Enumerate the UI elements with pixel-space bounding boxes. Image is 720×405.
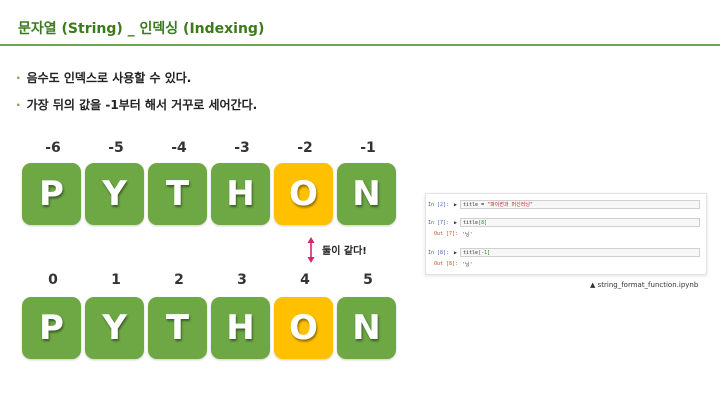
run-icon[interactable]: ▶ bbox=[454, 202, 457, 208]
positive-index-label: 4 bbox=[300, 272, 310, 288]
bullet-marker: · bbox=[16, 71, 21, 85]
letter-box: N bbox=[337, 297, 396, 359]
equal-label: 둘이 같다! bbox=[322, 246, 367, 257]
code-index: [-1] bbox=[478, 250, 491, 256]
title-divider bbox=[0, 44, 720, 46]
output-value: '닝' bbox=[462, 232, 473, 238]
positive-index-label: 0 bbox=[48, 272, 58, 288]
notebook-caption: ▲ string_format_function.ipynb bbox=[590, 281, 699, 289]
run-icon[interactable]: ▶ bbox=[454, 250, 457, 256]
letter-box: Y bbox=[85, 163, 144, 225]
notebook-screenshot: In [2]: ▶ title = "파이썬과 머신러닝" In [7]: ▶ … bbox=[425, 193, 707, 275]
code-cell[interactable]: title[8] bbox=[460, 218, 700, 227]
bullet-2: · 가장 뒤의 값을 -1부터 해서 거꾸로 세어간다. bbox=[16, 96, 257, 113]
output-prompt: Out [7]: bbox=[434, 231, 459, 237]
negative-index-label: -1 bbox=[360, 140, 376, 156]
double-arrow-icon bbox=[307, 237, 315, 263]
positive-index-label: 5 bbox=[363, 272, 373, 288]
input-prompt: In [2]: bbox=[428, 202, 450, 208]
code-variable: title bbox=[463, 250, 479, 256]
code-variable: title bbox=[463, 202, 479, 208]
bullet-text: 가장 뒤의 값을 -1부터 해서 거꾸로 세어간다. bbox=[26, 98, 258, 112]
letter-box: N bbox=[337, 163, 396, 225]
negative-index-label: -6 bbox=[45, 140, 61, 156]
letter-box: P bbox=[22, 297, 81, 359]
letter-box: P bbox=[22, 163, 81, 225]
positive-index-label: 3 bbox=[237, 272, 247, 288]
code-string: "파이썬과 머신러닝" bbox=[487, 202, 533, 208]
letter-box: H bbox=[211, 297, 270, 359]
code-cell[interactable]: title = "파이썬과 머신러닝" bbox=[460, 200, 700, 209]
negative-index-label: -5 bbox=[108, 140, 124, 156]
negative-index-label: -2 bbox=[297, 140, 313, 156]
input-prompt: In [8]: bbox=[428, 250, 450, 256]
code-variable: title bbox=[463, 220, 479, 226]
code-operator: = bbox=[478, 202, 488, 208]
page-title: 문자열 (String) _ 인덱싱 (Indexing) bbox=[18, 21, 265, 37]
letter-box: H bbox=[211, 163, 270, 225]
letter-box: T bbox=[148, 297, 207, 359]
letter-box-highlighted: O bbox=[274, 297, 333, 359]
positive-index-label: 1 bbox=[111, 272, 121, 288]
bullet-marker: · bbox=[16, 98, 21, 112]
negative-index-label: -4 bbox=[171, 140, 187, 156]
letter-box-highlighted: O bbox=[274, 163, 333, 225]
output-prompt: Out [8]: bbox=[434, 261, 459, 267]
letter-box: Y bbox=[85, 297, 144, 359]
bullet-1: · 음수도 인덱스로 사용할 수 있다. bbox=[16, 69, 191, 86]
code-cell[interactable]: title[-1] bbox=[460, 248, 700, 257]
output-value: '닝' bbox=[462, 262, 473, 268]
positive-index-label: 2 bbox=[174, 272, 184, 288]
bullet-text: 음수도 인덱스로 사용할 수 있다. bbox=[26, 71, 192, 85]
run-icon[interactable]: ▶ bbox=[454, 220, 457, 226]
input-prompt: In [7]: bbox=[428, 220, 450, 226]
code-index: [8] bbox=[478, 220, 488, 226]
negative-index-label: -3 bbox=[234, 140, 250, 156]
letter-box: T bbox=[148, 163, 207, 225]
